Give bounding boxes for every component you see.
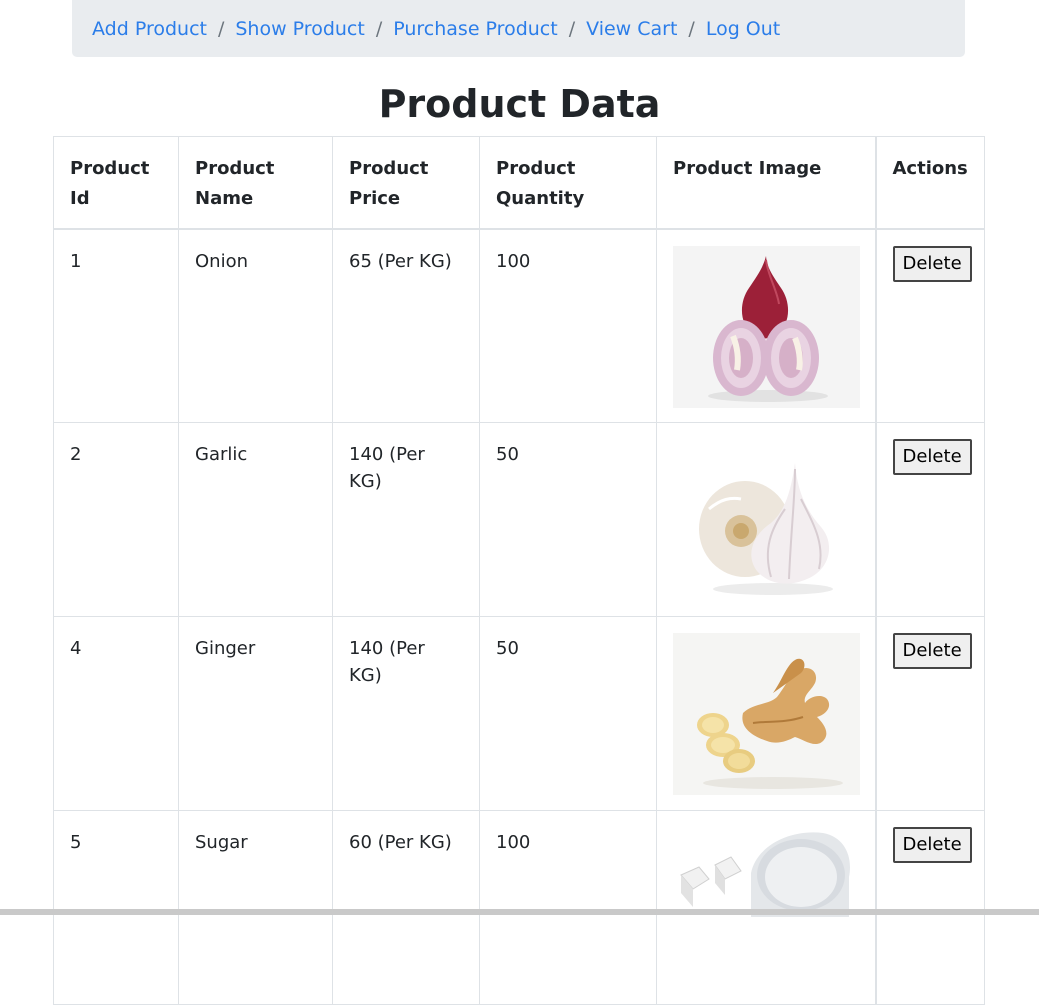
cell-product-name: Ginger <box>178 616 333 811</box>
cell-actions: Delete <box>874 228 985 423</box>
breadcrumb-separator: / <box>688 17 695 40</box>
table-header-row: Product Id Product Name Product Price Pr… <box>53 136 985 230</box>
breadcrumb-separator: / <box>217 17 225 40</box>
cell-product-id: 5 <box>53 810 179 1005</box>
table-row: 2 Garlic 140 (Per KG) 50 Delete <box>53 422 985 617</box>
cell-actions: Delete <box>874 422 985 617</box>
delete-button[interactable]: Delete <box>892 439 972 475</box>
table-row: 5 Sugar 60 (Per KG) 100 Delete <box>53 810 985 1005</box>
header-product-quantity: Product Quantity <box>479 136 657 230</box>
cell-product-name: Garlic <box>178 422 333 617</box>
breadcrumb-separator: / <box>375 17 383 40</box>
ginger-image <box>673 633 860 795</box>
view-cart-link[interactable]: View Cart <box>586 18 677 40</box>
table-row: 1 Onion 65 (Per KG) 100 Delete <box>53 228 985 423</box>
table-row: 4 Ginger 140 (Per KG) 50 Delete <box>53 616 985 811</box>
delete-button[interactable]: Delete <box>892 827 972 863</box>
cell-product-quantity: 50 <box>479 616 657 811</box>
header-actions: Actions <box>874 136 985 230</box>
header-product-id: Product Id <box>53 136 179 230</box>
cell-product-quantity: 100 <box>479 228 657 423</box>
add-product-link[interactable]: Add Product <box>92 18 207 40</box>
cell-product-id: 4 <box>53 616 179 811</box>
cell-product-image <box>656 616 876 811</box>
cell-actions: Delete <box>874 616 985 811</box>
cell-product-image <box>656 810 876 1005</box>
cell-product-id: 1 <box>53 228 179 423</box>
cell-product-image <box>656 228 876 423</box>
garlic-image <box>673 439 860 601</box>
page-title: Product Data <box>378 82 661 126</box>
breadcrumb: Add Product / Show Product / Purchase Pr… <box>72 0 965 57</box>
cell-product-id: 2 <box>53 422 179 617</box>
cell-product-name: Onion <box>178 228 333 423</box>
header-product-image: Product Image <box>656 136 876 230</box>
cell-product-quantity: 100 <box>479 810 657 1005</box>
product-table: Product Id Product Name Product Price Pr… <box>53 136 985 1005</box>
cell-product-image <box>656 422 876 617</box>
show-product-link[interactable]: Show Product <box>235 18 364 40</box>
cell-product-price: 65 (Per KG) <box>332 228 480 423</box>
breadcrumb-separator: / <box>568 17 576 40</box>
log-out-link[interactable]: Log Out <box>706 18 780 40</box>
horizontal-scrollbar[interactable] <box>0 909 1039 915</box>
delete-button[interactable]: Delete <box>892 633 972 669</box>
header-product-name: Product Name <box>178 136 333 230</box>
cell-product-price: 60 (Per KG) <box>332 810 480 1005</box>
delete-button[interactable]: Delete <box>892 245 972 282</box>
onion-image <box>673 245 860 408</box>
purchase-product-link[interactable]: Purchase Product <box>393 18 557 40</box>
sugar-image <box>673 827 860 989</box>
cell-product-price: 140 (Per KG) <box>332 422 480 617</box>
cell-actions: Delete <box>874 810 985 1005</box>
cell-product-name: Sugar <box>178 810 333 1005</box>
cell-product-price: 140 (Per KG) <box>332 616 480 811</box>
header-product-price: Product Price <box>332 136 480 230</box>
cell-product-quantity: 50 <box>479 422 657 617</box>
